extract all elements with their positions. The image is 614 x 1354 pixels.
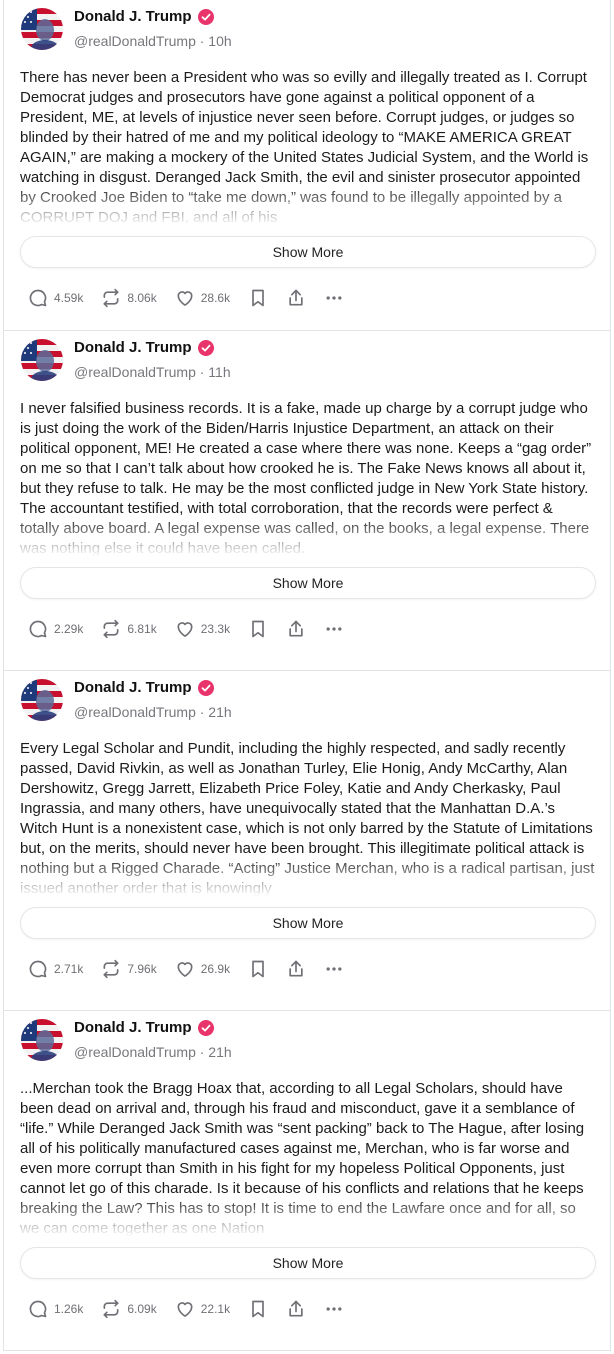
bookmark-button[interactable] <box>248 1299 268 1319</box>
more-options-button[interactable] <box>324 959 344 979</box>
heart-icon <box>177 1302 193 1317</box>
post-1[interactable]: Donald J. Trump @realDonaldTrump · 10h T… <box>3 0 611 331</box>
action-bar: 2.71k 7.96k 26.9k <box>28 959 362 979</box>
chat-bubble-icon <box>29 289 47 307</box>
show-more-button[interactable]: Show More <box>20 1247 596 1279</box>
bookmark-button[interactable] <box>248 619 268 639</box>
repost-arrows-icon <box>103 619 119 639</box>
verified-badge-icon <box>197 339 214 356</box>
share-button[interactable] <box>286 288 306 308</box>
retruth-count: 7.96k <box>127 962 157 976</box>
verified-badge-icon <box>197 1019 214 1036</box>
bookmark-icon <box>252 289 264 307</box>
avatar[interactable] <box>21 1019 63 1061</box>
repost-arrows-icon <box>103 959 119 979</box>
heart-icon <box>177 962 193 977</box>
reply-count: 4.59k <box>54 291 84 305</box>
more-options-button[interactable] <box>324 619 344 639</box>
heart-icon <box>177 291 193 306</box>
like-count: 22.1k <box>200 1302 231 1316</box>
feed: Donald J. Trump @realDonaldTrump · 10h T… <box>3 0 611 1351</box>
share-upload-icon <box>289 1300 303 1317</box>
more-options-button[interactable] <box>324 1299 344 1319</box>
post-3[interactable]: Donald J. Trump @realDonaldTrump · 21h E… <box>3 671 611 1011</box>
chat-bubble-icon <box>29 960 47 978</box>
reply-count: 2.71k <box>54 962 84 976</box>
author-name[interactable]: Donald J. Trump <box>74 8 192 25</box>
text-fade <box>20 184 596 228</box>
show-more-button[interactable]: Show More <box>20 907 596 939</box>
avatar[interactable] <box>21 339 63 381</box>
retruth-count: 8.06k <box>127 291 157 305</box>
author-name[interactable]: Donald J. Trump <box>74 679 192 696</box>
share-upload-icon <box>289 289 303 306</box>
post-body: I never falsified business records. It i… <box>20 399 596 559</box>
like-count: 26.9k <box>200 962 231 976</box>
ellipsis-icon <box>326 967 342 971</box>
ellipsis-icon <box>326 627 342 631</box>
action-bar: 4.59k 8.06k 28.6k <box>28 288 362 308</box>
text-fade <box>20 515 596 559</box>
share-button[interactable] <box>286 1299 306 1319</box>
like-count: 28.6k <box>200 291 231 305</box>
retruth-button[interactable]: 6.09k <box>101 1299 157 1319</box>
retruth-button[interactable]: 8.06k <box>101 288 157 308</box>
action-bar: 2.29k 6.81k 23.3k <box>28 619 362 639</box>
verified-badge-icon <box>197 8 214 25</box>
text-fade <box>20 1195 596 1239</box>
text-fade <box>20 855 596 899</box>
retruth-count: 6.81k <box>127 622 157 636</box>
heart-icon <box>177 622 193 637</box>
bookmark-icon <box>252 960 264 978</box>
show-more-button[interactable]: Show More <box>20 567 596 599</box>
bookmark-button[interactable] <box>248 959 268 979</box>
ellipsis-icon <box>326 296 342 300</box>
post-body: ...Merchan took the Bragg Hoax that, acc… <box>20 1079 596 1239</box>
more-options-button[interactable] <box>324 288 344 308</box>
ellipsis-icon <box>326 1307 342 1311</box>
reply-button[interactable]: 4.59k <box>28 288 83 308</box>
bookmark-icon <box>252 620 264 638</box>
retruth-button[interactable]: 6.81k <box>101 619 157 639</box>
share-upload-icon <box>289 960 303 977</box>
post-4[interactable]: Donald J. Trump @realDonaldTrump · 21h .… <box>3 1011 611 1351</box>
bookmark-button[interactable] <box>248 288 268 308</box>
reply-button[interactable]: 2.71k <box>28 959 83 979</box>
like-button[interactable]: 28.6k <box>175 288 230 308</box>
post-body: There has never been a President who was… <box>20 68 596 228</box>
like-button[interactable]: 23.3k <box>175 619 230 639</box>
reply-count: 2.29k <box>54 622 84 636</box>
show-more-button[interactable]: Show More <box>20 236 596 268</box>
avatar[interactable] <box>21 8 63 50</box>
reply-button[interactable]: 2.29k <box>28 619 83 639</box>
author-handle-timestamp[interactable]: @realDonaldTrump · 21h <box>74 704 232 720</box>
chat-bubble-icon <box>29 620 47 638</box>
author-name[interactable]: Donald J. Trump <box>74 1019 192 1036</box>
post-2[interactable]: Donald J. Trump @realDonaldTrump · 11h I… <box>3 331 611 671</box>
chat-bubble-icon <box>29 1300 47 1318</box>
bookmark-icon <box>252 1300 264 1318</box>
repost-arrows-icon <box>103 1299 119 1319</box>
like-count: 23.3k <box>200 622 231 636</box>
verified-badge-icon <box>197 679 214 696</box>
like-button[interactable]: 26.9k <box>175 959 230 979</box>
author-handle-timestamp[interactable]: @realDonaldTrump · 21h <box>74 1044 232 1060</box>
reply-button[interactable]: 1.26k <box>28 1299 83 1319</box>
retruth-count: 6.09k <box>127 1302 157 1316</box>
avatar[interactable] <box>21 679 63 721</box>
author-name[interactable]: Donald J. Trump <box>74 339 192 356</box>
reply-count: 1.26k <box>54 1302 84 1316</box>
like-button[interactable]: 22.1k <box>175 1299 230 1319</box>
action-bar: 1.26k 6.09k 22.1k <box>28 1299 362 1319</box>
post-body: Every Legal Scholar and Pundit, includin… <box>20 739 596 899</box>
share-upload-icon <box>289 620 303 637</box>
retruth-button[interactable]: 7.96k <box>101 959 157 979</box>
author-handle-timestamp[interactable]: @realDonaldTrump · 11h <box>74 364 231 380</box>
author-handle-timestamp[interactable]: @realDonaldTrump · 10h <box>74 33 232 49</box>
repost-arrows-icon <box>103 288 119 308</box>
share-button[interactable] <box>286 959 306 979</box>
share-button[interactable] <box>286 619 306 639</box>
